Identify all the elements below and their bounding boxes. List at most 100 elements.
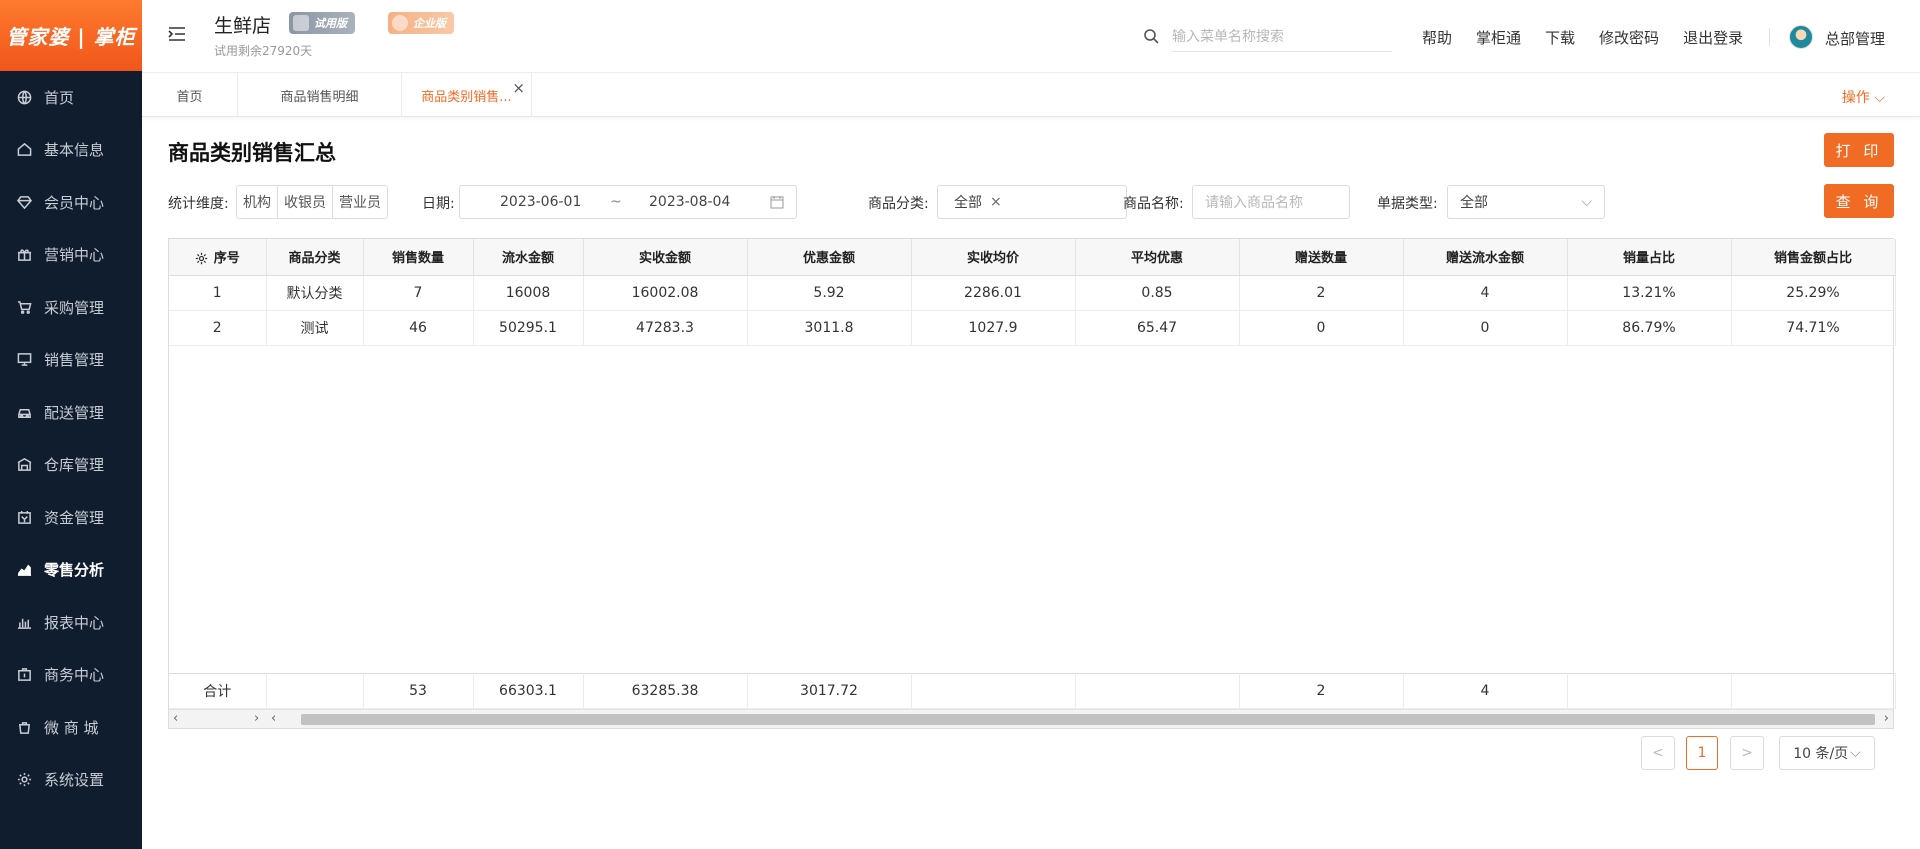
dimension-label: 统计维度: <box>168 196 229 212</box>
sidebar-item[interactable]: 销售管理 <box>0 334 142 387</box>
doc-type-select[interactable]: 全部 ⌵ <box>1447 185 1605 219</box>
sidebar-item[interactable]: 零售分析 <box>0 544 142 597</box>
header-link[interactable]: 下载 <box>1545 27 1575 48</box>
sidebar-item-label: 商务中心 <box>44 666 105 685</box>
tab-label: 商品销售明细 <box>280 89 359 105</box>
dimension-option-org[interactable]: 机构 <box>237 186 278 218</box>
prev-page-button[interactable]: < <box>1641 736 1675 770</box>
scroll-right-icon[interactable]: › <box>254 711 259 726</box>
table-cell: 50295.1 <box>473 310 584 346</box>
sidebar-item-label: 零售分析 <box>44 561 105 580</box>
category-select[interactable]: 全部 × <box>937 185 1127 219</box>
table-cell: 47283.3 <box>583 310 748 346</box>
bag-icon <box>16 719 32 735</box>
logo-text: 管家婆 | 掌柜 <box>6 25 136 49</box>
page-1-button[interactable]: 1 <box>1686 736 1718 770</box>
print-button[interactable]: 打 印 <box>1824 133 1894 167</box>
product-name-placeholder: 请输入商品名称 <box>1205 195 1303 211</box>
doc-type-label: 单据类型: <box>1377 196 1438 212</box>
sidebar-item[interactable]: 资金管理 <box>0 491 142 544</box>
column-settings-icon[interactable] <box>195 252 208 265</box>
sidebar-item[interactable]: 首页 <box>0 71 142 124</box>
sidebar-item[interactable]: 会员中心 <box>0 176 142 229</box>
table-cell: 1027.9 <box>911 310 1076 346</box>
page-size-select[interactable]: 10 条/页 ⌵ <box>1779 736 1875 770</box>
enterprise-badge: 企业版 <box>388 12 454 34</box>
column-header[interactable]: 实收均价 <box>911 239 1076 276</box>
sidebar-item-label: 会员中心 <box>44 193 105 212</box>
column-header[interactable]: 销售金额占比 <box>1731 239 1896 276</box>
sidebar-item[interactable]: 营销中心 <box>0 229 142 282</box>
sidebar-item[interactable]: 微 商 城 <box>0 701 142 754</box>
column-header-label: 优惠金额 <box>802 251 855 267</box>
header-link[interactable]: 掌柜通 <box>1476 27 1521 48</box>
close-icon[interactable]: × <box>512 79 525 97</box>
header-link[interactable]: 帮助 <box>1422 27 1452 48</box>
column-header[interactable]: 实收金额 <box>583 239 748 276</box>
sidebar-item-label: 仓库管理 <box>44 456 105 475</box>
operations-dropdown[interactable]: 操作 ⌵ <box>1842 87 1885 107</box>
avatar[interactable] <box>1789 25 1813 49</box>
scroll-right-icon[interactable]: › <box>1884 711 1889 726</box>
user-name[interactable]: 总部管理 <box>1825 28 1885 49</box>
table-cell: 16002.08 <box>583 275 748 311</box>
column-header-label: 平均优惠 <box>1130 251 1183 267</box>
column-header[interactable]: 序号 <box>169 239 267 276</box>
scroll-thumb[interactable] <box>301 714 1875 725</box>
sidebar-item[interactable]: 系统设置 <box>0 754 142 807</box>
sidebar-item-label: 配送管理 <box>44 403 105 422</box>
table-cell: 86.79% <box>1567 310 1732 346</box>
tab-category-sales-summary[interactable]: 商品类别销售... × <box>402 73 532 117</box>
next-page-button[interactable]: > <box>1730 736 1764 770</box>
sidebar-item[interactable]: 报表中心 <box>0 596 142 649</box>
table-row[interactable]: 2 测试 46 50295.1 47283.3 3011.8 1027.9 65.47 0 0 86… <box>169 310 1896 346</box>
column-header[interactable]: 流水金额 <box>473 239 584 276</box>
chevron-down-icon: ⌵ <box>1874 90 1885 106</box>
product-name-input[interactable]: 请输入商品名称 <box>1192 185 1350 219</box>
tab-label: 商品类别销售... <box>421 89 512 105</box>
date-range-picker[interactable]: 2023-06-01 ~ 2023-08-04 <box>459 185 797 219</box>
column-header[interactable]: 优惠金额 <box>747 239 912 276</box>
sidebar-item[interactable]: 商务中心 <box>0 649 142 702</box>
totals-cell <box>911 673 1076 709</box>
menu-search-input[interactable] <box>1172 22 1392 52</box>
tab-bar: 首页 商品销售明细 商品类别销售... × 操作 ⌵ <box>142 73 1920 117</box>
date-start[interactable]: 2023-06-01 <box>500 194 581 210</box>
totals-cell <box>1567 673 1732 709</box>
totals-cell: 3017.72 <box>747 673 912 709</box>
column-header-label: 赠送流水金额 <box>1445 251 1524 267</box>
totals-cell <box>1075 673 1240 709</box>
sidebar-item[interactable]: 配送管理 <box>0 386 142 439</box>
header-link[interactable]: 修改密码 <box>1599 27 1659 48</box>
column-header[interactable]: 销售数量 <box>363 239 474 276</box>
date-end[interactable]: 2023-08-04 <box>649 194 730 210</box>
search-icon[interactable] <box>1143 28 1159 44</box>
table-cell: 1 <box>169 275 267 311</box>
totals-cell: 63285.38 <box>583 673 748 709</box>
tab-label: 首页 <box>176 89 203 105</box>
dimension-option-cashier[interactable]: 收银员 <box>278 186 333 218</box>
clear-icon[interactable]: × <box>990 194 1002 210</box>
column-header[interactable]: 平均优惠 <box>1075 239 1240 276</box>
column-header[interactable]: 赠送流水金额 <box>1403 239 1568 276</box>
header-link[interactable]: 退出登录 <box>1683 27 1743 48</box>
sidebar-item[interactable]: 采购管理 <box>0 281 142 334</box>
totals-cell: 2 <box>1239 673 1404 709</box>
gift-icon <box>16 247 32 263</box>
dimension-option-salesperson[interactable]: 营业员 <box>333 186 387 218</box>
scroll-left-icon[interactable]: ‹ <box>271 711 276 726</box>
menu-toggle-icon[interactable] <box>167 24 187 44</box>
column-header[interactable]: 销量占比 <box>1567 239 1732 276</box>
table-row[interactable]: 1 默认分类 7 16008 16002.08 5.92 2286.01 0.85 2 4 13.2… <box>169 275 1896 311</box>
scroll-left-icon[interactable]: ‹ <box>173 711 178 726</box>
horizontal-scrollbar[interactable]: ‹ › ‹ › <box>169 709 1893 728</box>
tab-home[interactable]: 首页 <box>142 73 238 117</box>
query-button[interactable]: 查 询 <box>1824 184 1894 218</box>
table-cell: 0.85 <box>1075 275 1240 311</box>
sidebar-item[interactable]: 基本信息 <box>0 124 142 177</box>
brand-logo[interactable]: 管家婆 | 掌柜 <box>0 0 142 71</box>
column-header[interactable]: 赠送数量 <box>1239 239 1404 276</box>
sidebar-item[interactable]: 仓库管理 <box>0 439 142 492</box>
tab-product-sales-detail[interactable]: 商品销售明细 <box>238 73 402 117</box>
column-header[interactable]: 商品分类 <box>266 239 364 276</box>
